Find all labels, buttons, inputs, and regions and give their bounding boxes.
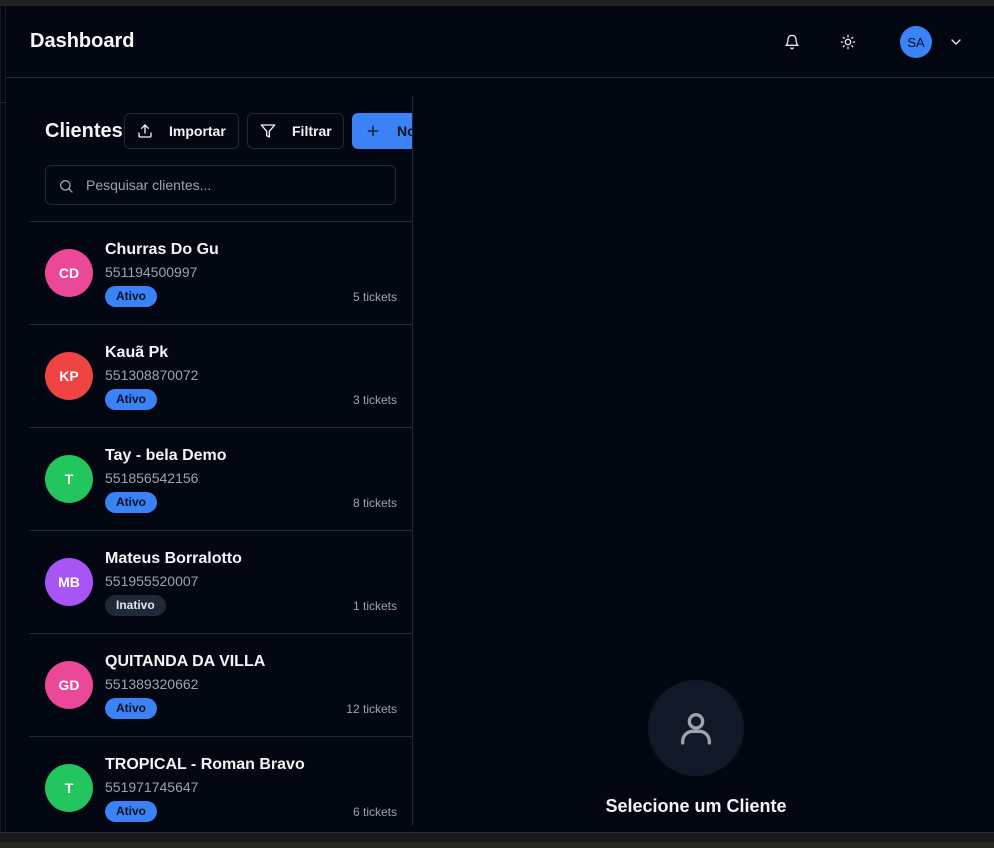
ticket-count: 5 tickets bbox=[352, 290, 397, 304]
status-badge: Inativo bbox=[105, 595, 166, 616]
ticket-count: 12 tickets bbox=[346, 702, 397, 716]
theme-toggle-icon[interactable] bbox=[838, 32, 858, 52]
status-badge: Ativo bbox=[105, 286, 157, 307]
client-name: Churras Do Gu bbox=[105, 241, 219, 258]
new-client-button[interactable]: No bbox=[352, 113, 412, 149]
client-avatar: CD bbox=[45, 249, 93, 297]
search-icon bbox=[58, 178, 74, 194]
clients-list: CD Churras Do Gu 551194500997 Ativo 5 ticket… bbox=[29, 221, 412, 826]
client-avatar: KP bbox=[45, 352, 93, 400]
clients-panel: Clientes Importar Filtrar No CD Churras D… bbox=[29, 96, 413, 826]
client-phone: 551955520007 bbox=[105, 573, 199, 589]
empty-state: Selecione um Cliente bbox=[413, 96, 994, 826]
client-name: Kauã Pk bbox=[105, 344, 169, 361]
client-phone: 551971745647 bbox=[105, 779, 199, 795]
client-phone: 551856542156 bbox=[105, 470, 199, 486]
client-avatar: T bbox=[45, 455, 93, 503]
window-bottom-strip bbox=[0, 832, 994, 848]
new-client-button-label: No bbox=[397, 123, 412, 139]
client-name: Mateus Borralotto bbox=[105, 550, 242, 567]
import-button[interactable]: Importar bbox=[124, 113, 239, 149]
client-avatar: T bbox=[45, 764, 93, 812]
client-row[interactable]: T TROPICAL - Roman Bravo 551971745647 Ativo… bbox=[29, 736, 412, 826]
user-avatar[interactable]: SA bbox=[900, 26, 932, 58]
ticket-count: 1 tickets bbox=[352, 599, 397, 613]
clients-title: Clientes bbox=[45, 120, 123, 142]
client-name: QUITANDA DA VILLA bbox=[105, 653, 266, 670]
ticket-count: 6 tickets bbox=[352, 805, 397, 819]
client-avatar: MB bbox=[45, 558, 93, 606]
empty-state-circle bbox=[648, 680, 744, 776]
status-badge: Ativo bbox=[105, 698, 157, 719]
plus-icon bbox=[365, 123, 381, 139]
client-phone: 551308870072 bbox=[105, 367, 199, 383]
filter-button[interactable]: Filtrar bbox=[247, 113, 344, 149]
filter-button-label: Filtrar bbox=[292, 123, 332, 139]
upload-icon bbox=[137, 123, 153, 139]
search-box bbox=[45, 165, 396, 205]
filter-icon bbox=[260, 123, 276, 139]
status-badge: Ativo bbox=[105, 492, 157, 513]
client-row[interactable]: T Tay - bela Demo 551856542156 Ativo 8 ticke… bbox=[29, 427, 412, 530]
ticket-count: 3 tickets bbox=[352, 393, 397, 407]
sidebar-divider bbox=[1, 102, 6, 103]
client-phone: 551389320662 bbox=[105, 676, 199, 692]
status-badge: Ativo bbox=[105, 389, 157, 410]
taskbar-strip bbox=[0, 842, 994, 848]
ticket-count: 8 tickets bbox=[352, 496, 397, 510]
client-row[interactable]: KP Kauã Pk 551308870072 Ativo 3 tickets bbox=[29, 324, 412, 427]
client-name: Tay - bela Demo bbox=[105, 447, 227, 464]
bell-icon[interactable] bbox=[782, 32, 802, 52]
client-phone: 551194500997 bbox=[105, 264, 198, 280]
user-icon bbox=[681, 713, 711, 745]
status-badge: Ativo bbox=[105, 801, 157, 822]
empty-state-label: Selecione um Cliente bbox=[605, 796, 787, 816]
client-row[interactable]: MB Mateus Borralotto 551955520007 Inativo 1 … bbox=[29, 530, 412, 633]
top-header: Dashboard SA bbox=[6, 6, 994, 78]
sidebar-edge bbox=[1, 6, 6, 832]
search-input[interactable] bbox=[86, 166, 386, 204]
page-title: Dashboard bbox=[30, 30, 135, 52]
client-row[interactable]: GD QUITANDA DA VILLA 551389320662 Ativo 12 t… bbox=[29, 633, 412, 736]
import-button-label: Importar bbox=[169, 123, 226, 139]
client-avatar: GD bbox=[45, 661, 93, 709]
client-name: TROPICAL - Roman Bravo bbox=[105, 756, 305, 773]
chevron-down-icon[interactable] bbox=[948, 34, 964, 50]
client-row[interactable]: CD Churras Do Gu 551194500997 Ativo 5 ticket… bbox=[29, 221, 412, 324]
